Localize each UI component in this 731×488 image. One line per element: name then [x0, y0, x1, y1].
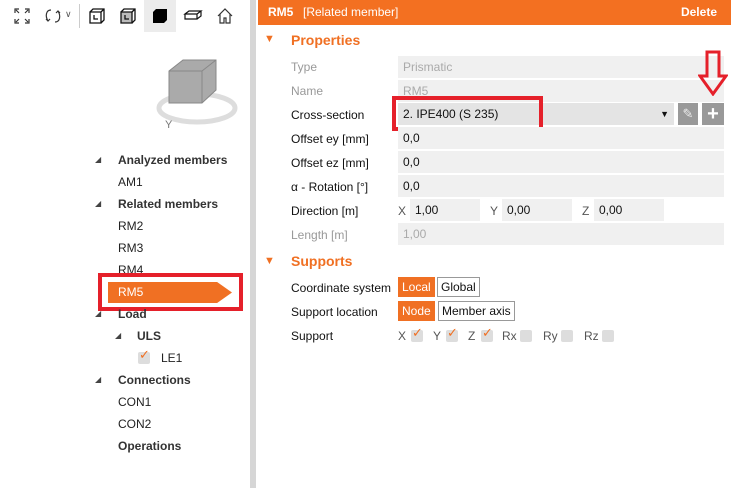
header-subtitle: [Related member] — [303, 5, 399, 19]
toolbar-divider — [79, 4, 80, 28]
offset-ez-input[interactable]: 0,0 — [398, 151, 724, 173]
support-rz-label: Rz — [584, 329, 599, 343]
direction-x-label: X — [398, 204, 407, 218]
section-properties[interactable]: Properties — [291, 32, 360, 48]
member-axis-button[interactable]: Member axis — [438, 301, 515, 321]
offset-ez-label: Offset ez [mm] — [291, 156, 369, 170]
zoom-extents-icon[interactable] — [9, 4, 35, 28]
global-button[interactable]: Global — [437, 277, 480, 297]
section-view-icon[interactable] — [180, 4, 206, 28]
rotate-icon[interactable] — [40, 4, 66, 28]
type-select: Prismatic — [398, 56, 724, 78]
dropdown-arrow-icon: ▼ — [660, 109, 669, 119]
collapse-icon[interactable]: ◢ — [95, 155, 101, 164]
direction-x-input[interactable]: 1,00 — [410, 199, 480, 221]
support-location-label: Support location — [291, 305, 378, 319]
header-title: RM5 — [268, 5, 294, 19]
tree-item-rm3[interactable]: RM3 — [118, 238, 143, 258]
support-x-label: X — [398, 329, 407, 343]
tree-analyzed-members[interactable]: Analyzed members — [118, 150, 227, 170]
support-rx-checkbox[interactable] — [520, 330, 532, 342]
chevron-down-icon[interactable]: ∨ — [65, 9, 72, 20]
direction-y-label: Y — [490, 204, 499, 218]
panel-splitter[interactable] — [250, 0, 256, 488]
tree-related-members[interactable]: Related members — [118, 194, 218, 214]
arrow-down-annotation-icon — [697, 50, 729, 99]
support-z-label: Z — [468, 329, 476, 343]
add-cross-section-button[interactable]: + — [702, 103, 724, 125]
cross-section-label: Cross-section — [291, 108, 365, 122]
tree-item-con1[interactable]: CON1 — [118, 392, 151, 412]
offset-ey-input[interactable]: 0,0 — [398, 127, 724, 149]
tree-connections[interactable]: Connections — [118, 370, 191, 390]
view-cube[interactable]: Y — [155, 58, 240, 133]
plus-icon: + — [707, 103, 719, 125]
rotation-input[interactable]: 0,0 — [398, 175, 724, 197]
name-label: Name — [291, 84, 324, 98]
checkmark-icon: ✓ — [447, 325, 458, 340]
tree-uls[interactable]: ULS — [137, 326, 161, 346]
tree-operations[interactable]: Operations — [118, 436, 181, 456]
length-label: Length [m] — [291, 228, 348, 242]
type-label: Type — [291, 60, 318, 74]
svg-text:Y: Y — [165, 119, 173, 130]
direction-y-input[interactable]: 0,00 — [502, 199, 572, 221]
properties-header: RM5 [Related member] Delete — [258, 0, 731, 25]
checkmark-icon: ✓ — [412, 325, 423, 340]
solid-view-icon[interactable] — [147, 4, 173, 28]
collapse-icon[interactable]: ◢ — [115, 331, 121, 340]
collapse-icon[interactable]: ▼ — [264, 255, 275, 267]
support-ry-checkbox[interactable] — [561, 330, 573, 342]
local-button[interactable]: Local — [398, 277, 435, 297]
support-z-checkbox[interactable]: ✓ — [481, 325, 493, 342]
collapse-icon[interactable]: ◢ — [95, 309, 101, 318]
collapse-icon[interactable]: ◢ — [95, 199, 101, 208]
coordinate-system-label: Coordinate system — [291, 281, 392, 295]
wireframe-view-icon[interactable] — [84, 4, 110, 28]
tree-item-rm2[interactable]: RM2 — [118, 216, 143, 236]
le1-checkbox[interactable]: ✓ — [138, 347, 150, 364]
direction-z-input[interactable]: 0,00 — [594, 199, 664, 221]
transparent-view-icon[interactable] — [115, 4, 141, 28]
direction-z-label: Z — [582, 204, 590, 218]
highlight-box — [392, 96, 543, 131]
length-input: 1,00 — [398, 223, 724, 245]
home-icon[interactable] — [212, 4, 238, 28]
edit-cross-section-button[interactable]: ✎ — [678, 103, 698, 125]
support-x-checkbox[interactable]: ✓ — [411, 325, 423, 342]
checkmark-icon: ✓ — [482, 325, 493, 340]
offset-ey-label: Offset ey [mm] — [291, 132, 369, 146]
node-button[interactable]: Node — [398, 301, 435, 321]
collapse-icon[interactable]: ◢ — [95, 375, 101, 384]
support-y-label: Y — [433, 329, 442, 343]
pencil-icon: ✎ — [682, 106, 694, 121]
tree-item-am1[interactable]: AM1 — [118, 172, 143, 192]
tree-load[interactable]: Load — [118, 304, 147, 324]
support-rz-checkbox[interactable] — [602, 330, 614, 342]
support-label: Support — [291, 329, 334, 343]
direction-label: Direction [m] — [291, 204, 359, 218]
section-supports[interactable]: Supports — [291, 253, 352, 269]
tree-item-le1[interactable]: LE1 — [161, 348, 182, 368]
support-y-checkbox[interactable]: ✓ — [446, 325, 458, 342]
delete-button[interactable]: Delete — [681, 0, 717, 25]
tree-item-con2[interactable]: CON2 — [118, 414, 151, 434]
support-ry-label: Ry — [543, 329, 558, 343]
support-rx-label: Rx — [502, 329, 517, 343]
collapse-icon[interactable]: ▼ — [264, 33, 275, 45]
rotation-label: α - Rotation [°] — [291, 180, 369, 194]
